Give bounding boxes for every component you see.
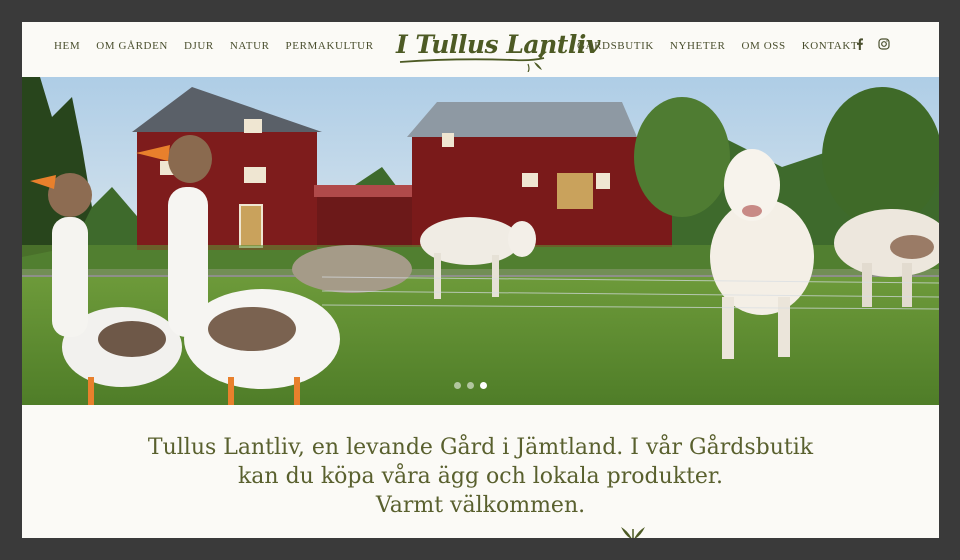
nav-item-nyheter[interactable]: NYHETER [670, 40, 726, 52]
logo-swash-icon [399, 51, 547, 72]
nav-item-gardsbutik[interactable]: GÅRDSBUTIK [577, 40, 654, 52]
welcome-text: Tullus Lantliv, en levande Gård i Jämtla… [22, 433, 939, 520]
site-logo[interactable]: I Tullus Lantliv [396, 28, 600, 72]
hero-slider[interactable] [22, 77, 939, 405]
welcome-line: Tullus Lantliv, en levande Gård i Jämtla… [147, 435, 814, 460]
slider-dot-active[interactable] [480, 382, 487, 389]
nav-item-hem[interactable]: HEM [54, 40, 80, 52]
nav-item-natur[interactable]: NATUR [230, 40, 270, 52]
instagram-icon[interactable] [878, 38, 890, 50]
nav-item-om-oss[interactable]: OM OSS [741, 40, 785, 52]
leaf-ornament-icon [621, 527, 645, 538]
main-nav-left: HEM OM GÅRDEN DJUR NATUR PERMAKULTUR [54, 40, 390, 52]
slider-dots [454, 382, 487, 389]
slider-dot[interactable] [467, 382, 474, 389]
social-links [856, 38, 890, 50]
hero-farm-image [22, 77, 939, 405]
welcome-line: Varmt välkommen. [375, 493, 586, 518]
nav-item-djur[interactable]: DJUR [184, 40, 214, 52]
welcome-line: kan du köpa våra ägg och lokala produkte… [237, 464, 724, 489]
nav-item-om-garden[interactable]: OM GÅRDEN [96, 40, 168, 52]
facebook-icon[interactable] [856, 38, 864, 50]
main-nav-right: GÅRDSBUTIK NYHETER OM OSS KONTAKT [577, 40, 874, 52]
page-frame: HEM OM GÅRDEN DJUR NATUR PERMAKULTUR I T… [22, 22, 939, 538]
slider-dot[interactable] [454, 382, 461, 389]
site-header: HEM OM GÅRDEN DJUR NATUR PERMAKULTUR I T… [22, 22, 939, 77]
nav-item-kontakt[interactable]: KONTAKT [802, 40, 858, 52]
nav-item-permakultur[interactable]: PERMAKULTUR [286, 40, 374, 52]
